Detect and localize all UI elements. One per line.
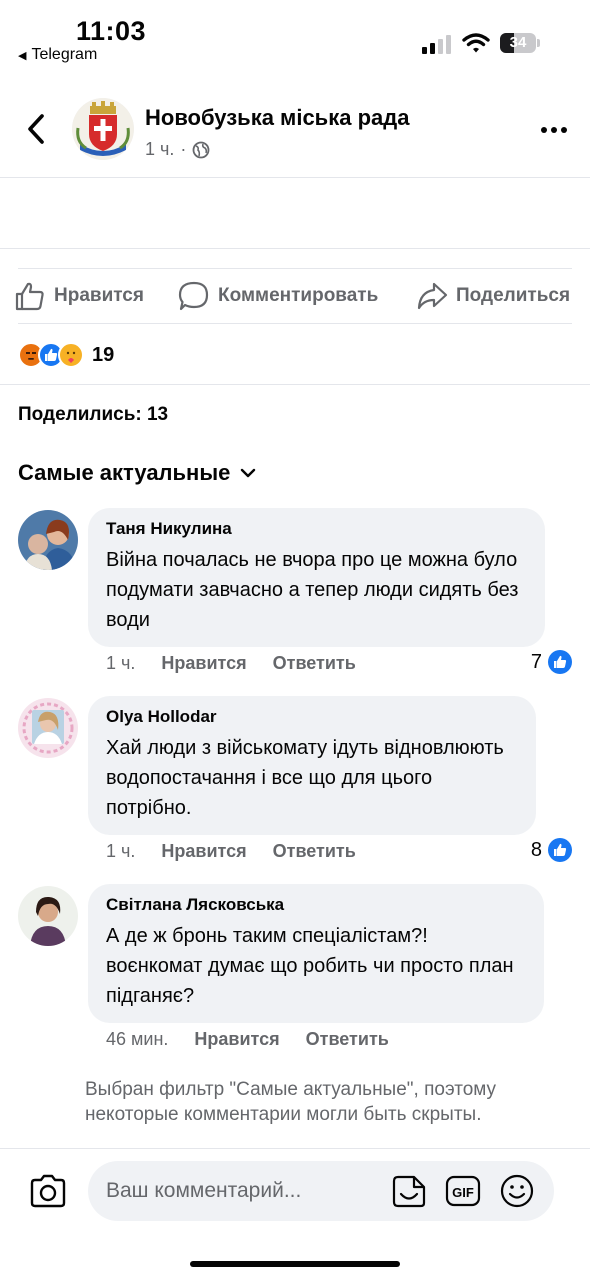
comment-likes-count: 7 [530,650,542,673]
chevron-down-icon [241,468,256,478]
commenter-avatar[interactable] [18,698,78,758]
comment-bubble[interactable]: Таня Никулина Війна почалась не вчора пр… [88,508,545,647]
avatar-photo-icon [18,886,78,946]
reactions-divider [0,384,590,385]
comment-reply-button[interactable]: Ответить [273,841,356,862]
comment-likes-count: 8 [530,838,542,861]
avatar-photo-icon [18,510,78,570]
reactions-count: 19 [92,343,115,366]
globe-icon [192,141,210,158]
comment-bubble[interactable]: Світлана Лясковська А де ж бронь таким с… [88,884,544,1023]
like-label: Нравится [54,285,144,306]
camera-icon[interactable] [28,1173,68,1209]
comment-bubble-icon [178,281,209,311]
svg-text:GIF: GIF [452,1185,474,1200]
comment-label: Комментировать [218,285,379,306]
commenter-avatar[interactable] [18,510,78,570]
like-badge-icon [548,650,572,674]
home-indicator [190,1261,400,1267]
back-arrow-icon[interactable] [22,112,50,146]
comment-author[interactable]: Таня Никулина [106,519,527,539]
meta-separator: · [180,139,187,159]
comment-text: Хай люди з військомату ідуть відновлюють… [106,737,504,819]
cellular-signal-icon [422,35,451,54]
comment-like-button[interactable]: Нравится [194,1029,279,1050]
back-app-label: Telegram [31,46,98,63]
battery-indicator: 34 [500,33,540,53]
city-emblem-icon [72,98,134,160]
share-button[interactable]: Поделиться [416,281,570,311]
comment-time[interactable]: 1 ч. [106,841,135,862]
status-time: 11:03 [76,16,147,46]
commenter-avatar[interactable] [18,886,78,946]
post-meta: 1 ч. · [145,139,210,160]
comment-button[interactable]: Комментировать [178,281,378,311]
share-label: Поделиться [456,285,571,306]
like-badge-icon [548,838,572,862]
avatar-photo-icon [18,698,78,758]
comment-input[interactable] [106,1161,386,1221]
comment-likes[interactable]: 7 [531,650,572,674]
comment-time[interactable]: 46 мин. [106,1029,168,1050]
comment-meta: 46 мин. Нравится Ответить [106,1029,389,1050]
filter-notice: Выбран фильтр "Самые актуальные", поэтом… [85,1079,497,1125]
gif-icon[interactable]: GIF [444,1173,482,1209]
status-bar: 11:03 ◀ Telegram 34 [0,0,590,76]
comment-time[interactable]: 1 ч. [106,653,135,674]
comment-text: А де ж бронь таким спеціалістам?! воєнко… [106,925,514,1007]
post-header: Новобузька міська рада 1 ч. · [0,90,590,176]
comment-input-container: GIF [88,1161,554,1221]
comment-meta: 1 ч. Нравится Ответить [106,653,356,674]
avatar-sticker-icon[interactable] [390,1173,428,1209]
comment-bubble[interactable]: Olya Hollodar Хай люди з військомату іду… [88,696,536,835]
comment-author[interactable]: Світлана Лясковська [106,895,526,915]
emoji-icon[interactable] [498,1173,536,1209]
back-to-app-link[interactable]: ◀ Telegram [18,46,97,64]
like-button[interactable]: Нравится [14,281,144,311]
header-divider [0,177,590,178]
share-arrow-icon [417,282,448,310]
page-name[interactable]: Новобузька міська рада [145,105,409,131]
comments-sort-dropdown[interactable]: Самые актуальные [18,460,256,486]
comment-reply-button[interactable]: Ответить [273,653,356,674]
wifi-icon [462,33,490,53]
comment-meta: 1 ч. Нравится Ответить [106,841,356,862]
sort-label: Самые актуальные [18,460,231,485]
reactions-summary[interactable]: 19 [18,340,114,370]
more-options-icon[interactable] [540,120,568,140]
thumbs-up-icon [15,282,44,311]
comment-like-button[interactable]: Нравится [161,841,246,862]
post-time[interactable]: 1 ч. [145,139,174,160]
comment-text: Війна почалась не вчора про це можна бул… [106,549,519,631]
battery-level: 34 [509,34,527,51]
comment-author[interactable]: Olya Hollodar [106,707,518,727]
shares-count[interactable]: Поделились: 13 [18,404,168,426]
page-avatar[interactable] [72,98,134,160]
care-reaction-icon [58,342,84,368]
content-divider [0,248,590,249]
post-actions-bar: Нравится Комментировать Поделиться [15,268,572,324]
back-triangle-icon: ◀ [18,49,27,62]
comment-like-button[interactable]: Нравится [161,653,246,674]
comment-likes[interactable]: 8 [531,838,572,862]
comment-reply-button[interactable]: Ответить [306,1029,389,1050]
